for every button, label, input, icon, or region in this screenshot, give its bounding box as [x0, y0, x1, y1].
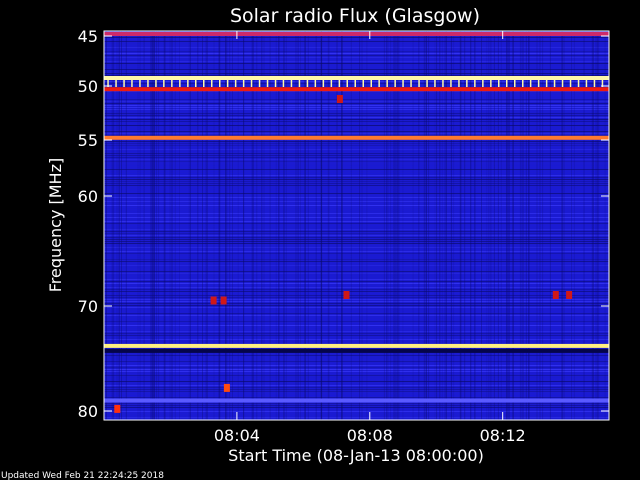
band-pulse: [155, 77, 157, 87]
band-pulse: [577, 77, 580, 87]
y-tick-label: 80: [78, 402, 98, 421]
band-pulse: [250, 77, 253, 87]
hot-spot: [220, 296, 227, 305]
emission-band: [104, 135, 609, 140]
spectrogram-figure: Solar radio Flux (Glasgow) 455055607080 …: [1, 5, 610, 480]
band-pulse: [123, 77, 125, 87]
band-pulse: [458, 77, 460, 87]
band-pulse: [394, 77, 396, 87]
band-pulse: [370, 77, 372, 87]
band-pulse: [585, 77, 588, 87]
band-pulse: [139, 77, 141, 87]
band-pulse: [187, 77, 189, 87]
hot-spot: [223, 383, 230, 392]
band-pulse: [522, 77, 524, 87]
band-pulse: [569, 77, 572, 87]
emission-band: [104, 398, 609, 403]
band-pulse: [529, 77, 532, 87]
emission-band: [104, 343, 609, 348]
band-pulse: [426, 77, 428, 87]
band-pulse: [298, 77, 301, 87]
y-axis-label: Frequency [MHz]: [46, 158, 65, 292]
band-pulse: [171, 77, 173, 87]
band-pulse: [537, 77, 540, 87]
band-pulse: [179, 77, 181, 87]
hot-spot: [566, 291, 573, 299]
band-pulse: [418, 77, 420, 87]
band-pulse: [434, 77, 436, 87]
band-pulse: [290, 77, 293, 87]
band-pulse: [593, 77, 596, 87]
band-pulse: [322, 77, 325, 87]
band-pulse: [330, 77, 333, 87]
hot-spot: [552, 291, 559, 299]
band-pulse: [163, 77, 165, 87]
hot-spot: [210, 296, 217, 305]
band-pulse: [314, 77, 317, 87]
band-pulse: [282, 77, 285, 87]
band-pulse: [466, 77, 468, 87]
chart-title: Solar radio Flux (Glasgow): [230, 5, 480, 27]
band-pulse: [211, 77, 213, 87]
band-pulse: [234, 77, 237, 87]
band-pulse: [226, 77, 229, 87]
band-pulse: [553, 77, 556, 87]
band-pulse: [195, 77, 197, 87]
x-tick-label: 08:04: [214, 426, 260, 445]
band-pulse: [402, 77, 404, 87]
y-tick-label: 50: [78, 77, 98, 96]
band-pulse: [306, 77, 309, 87]
band-pulse: [378, 77, 380, 87]
y-tick-label: 45: [78, 27, 98, 46]
band-pulse: [219, 77, 221, 87]
band-pulse: [561, 77, 564, 87]
band-pulse: [346, 77, 348, 87]
band-pulse: [410, 77, 412, 87]
x-tick-label: 08:12: [480, 426, 526, 445]
band-pulse: [258, 77, 261, 87]
x-axis-label: Start Time (08-Jan-13 08:00:00): [228, 446, 484, 465]
band-pulse: [474, 77, 476, 87]
band-pulse: [450, 77, 452, 87]
y-tick-label: 60: [78, 187, 98, 206]
band-pulse: [266, 77, 269, 87]
band-pulse: [203, 77, 205, 87]
band-pulse: [545, 77, 548, 87]
plot-area: [104, 31, 609, 420]
y-tick-label: 70: [78, 297, 98, 316]
x-tick-label: 08:08: [347, 426, 393, 445]
band-pulse: [386, 77, 388, 87]
band-pulse: [362, 77, 364, 87]
y-tick-label: 55: [78, 131, 98, 150]
band-pulse: [442, 77, 444, 87]
band-pulse: [506, 77, 508, 87]
band-pulse: [338, 77, 341, 87]
band-pulse: [147, 77, 149, 87]
emission-band: [104, 32, 609, 36]
band-pulse: [115, 77, 117, 87]
band-pulse: [482, 77, 484, 87]
hot-spot: [114, 404, 121, 413]
band-pulse: [490, 77, 492, 87]
hot-spot: [336, 95, 343, 103]
band-pulse: [274, 77, 277, 87]
band-pulse: [131, 77, 133, 87]
updated-timestamp: Updated Wed Feb 21 22:24:25 2018: [1, 471, 164, 480]
band-pulse: [514, 77, 516, 87]
band-pulse: [242, 77, 245, 87]
emission-band: [104, 87, 609, 92]
hot-spot: [343, 291, 350, 299]
band-pulse: [354, 77, 356, 87]
band-pulse: [498, 77, 500, 87]
band-gap: [104, 348, 609, 353]
